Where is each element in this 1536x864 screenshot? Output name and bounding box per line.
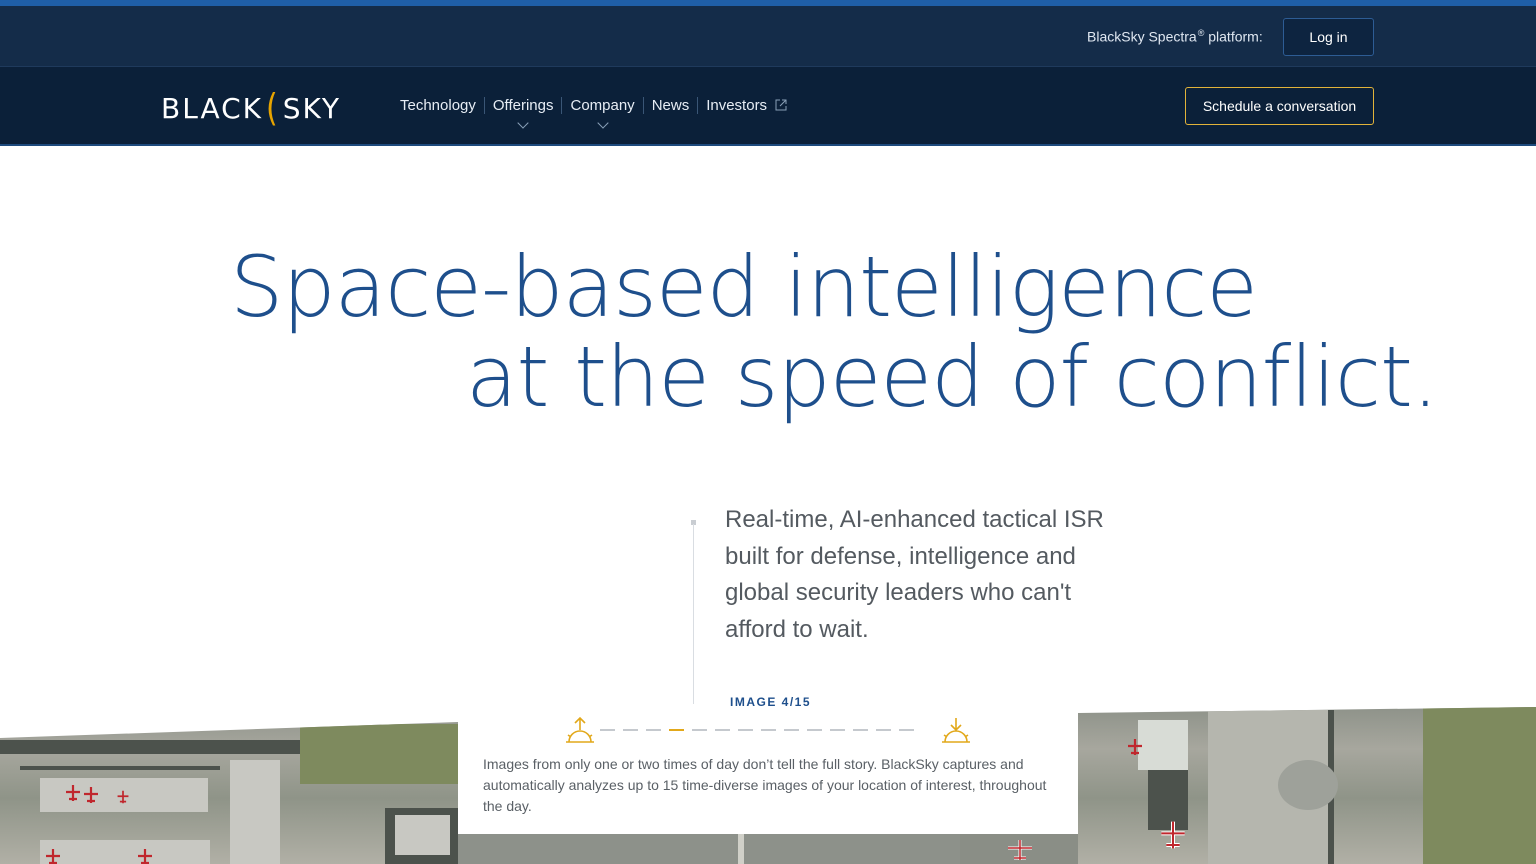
nav-item-investors[interactable]: Investors <box>697 97 795 114</box>
aerial-image-center <box>960 834 1078 864</box>
sunrise-icon <box>566 716 594 743</box>
timeline-step-3[interactable] <box>646 729 661 731</box>
timeline-step-1[interactable] <box>600 729 615 731</box>
external-link-icon <box>775 99 787 111</box>
airplane-icon <box>66 785 80 801</box>
timeline-step-10[interactable] <box>807 729 822 731</box>
aerial-image-left <box>0 722 458 864</box>
hero-headline-line-1: Space-based intelligence <box>230 238 1258 336</box>
timeline-step-2[interactable] <box>623 729 638 731</box>
chevron-down-icon <box>596 117 609 129</box>
nav-label: Company <box>570 97 635 114</box>
timeline-step-7[interactable] <box>738 729 753 731</box>
platform-name: BlackSky Spectra <box>1087 28 1197 45</box>
timeline-step-14[interactable] <box>899 729 914 731</box>
timeline-step-13[interactable] <box>876 729 891 731</box>
platform-label: BlackSky Spectra® platform: <box>1087 28 1263 45</box>
nav-menu: Technology Offerings Company News Invest… <box>392 97 795 129</box>
nav-item-company[interactable]: Company <box>561 97 642 129</box>
logo-text-right: SKY <box>282 91 341 125</box>
sunset-icon <box>942 718 970 743</box>
timeline-step-5[interactable] <box>692 729 707 731</box>
timeline-step-12[interactable] <box>853 729 868 731</box>
airplane-icon <box>138 849 152 864</box>
image-counter: IMAGE 4/15 <box>730 695 812 709</box>
timeline-step-6[interactable] <box>715 729 730 731</box>
platform-suffix: platform: <box>1204 28 1263 45</box>
nav-label: Investors <box>706 97 768 114</box>
airplane-icon <box>1161 821 1185 849</box>
timeline-line <box>693 524 694 704</box>
login-button[interactable]: Log in <box>1283 18 1374 56</box>
hero-headline-line-2: at the speed of conflict. <box>466 328 1439 426</box>
nav-item-news[interactable]: News <box>642 97 698 114</box>
airplane-icon <box>84 787 98 803</box>
airplane-icon <box>117 790 129 804</box>
nav-item-technology[interactable]: Technology <box>392 97 484 114</box>
nav-label: Technology <box>400 97 476 114</box>
nav-item-offerings[interactable]: Offerings <box>483 97 562 129</box>
timeline-step-4[interactable] <box>669 729 684 731</box>
timeline-description: Images from only one or two times of day… <box>483 756 1047 814</box>
timeline-step-9[interactable] <box>784 729 799 731</box>
nav-label: Offerings <box>492 97 554 114</box>
aerial-image-right <box>1078 707 1536 864</box>
main-navigation: BLACK(SKY Technology Offerings Company N… <box>0 67 1536 146</box>
blacksky-logo[interactable]: BLACK(SKY <box>161 86 341 130</box>
hero-subcopy: Real-time, AI-enhanced tactical ISR buil… <box>725 506 1104 643</box>
chevron-down-icon <box>517 117 529 129</box>
logo-text-left: BLACK <box>161 91 264 125</box>
image-timeline-slider[interactable] <box>600 729 914 731</box>
nav-label: News <box>651 97 690 114</box>
schedule-conversation-button[interactable]: Schedule a conversation <box>1185 87 1374 125</box>
airplane-icon <box>46 849 60 864</box>
timeline-step-8[interactable] <box>761 729 776 731</box>
airplane-icon <box>1128 739 1142 755</box>
utility-bar: BlackSky Spectra® platform: Log in <box>0 6 1536 67</box>
timeline-step-11[interactable] <box>830 729 845 731</box>
aerial-image-center-strip <box>458 834 960 864</box>
logo-arc-icon: ( <box>266 86 280 130</box>
